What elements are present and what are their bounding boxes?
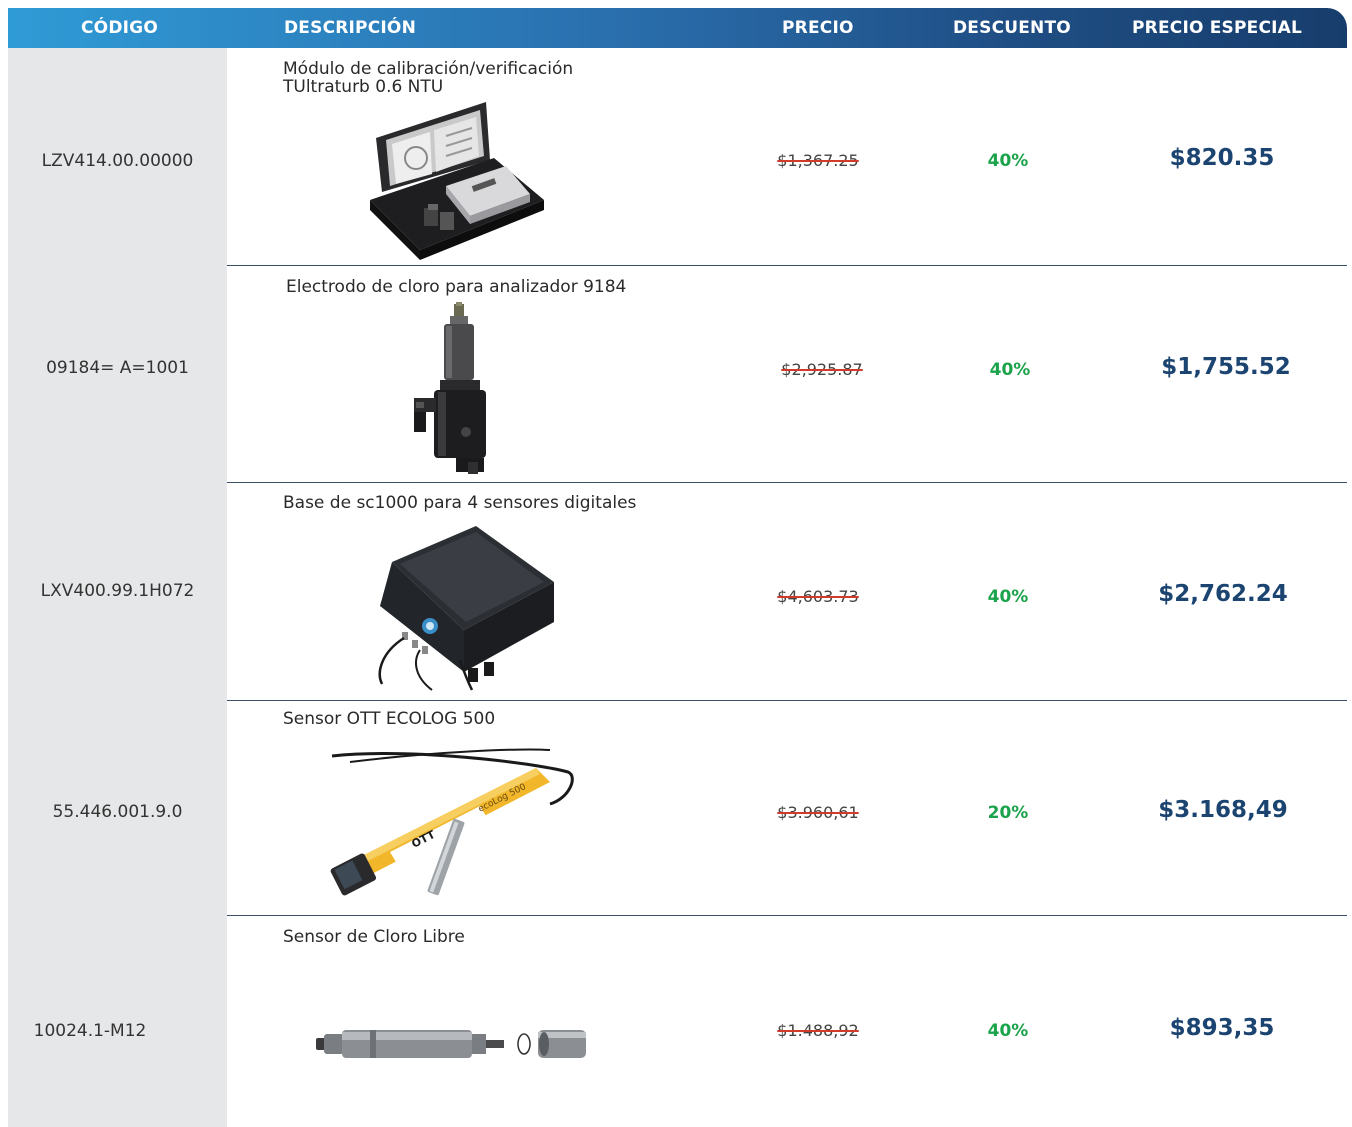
chlorine-electrode-image: [414, 302, 486, 474]
row-divider: [227, 265, 1347, 266]
product-description: Módulo de calibración/verificación TUltr…: [283, 59, 574, 97]
original-price: $4,603.73: [777, 587, 859, 606]
row-divider: [227, 915, 1347, 916]
product-code: LXV400.99.1H072: [40, 581, 195, 601]
discount-percent: 40%: [987, 587, 1029, 607]
original-price: $1,367.25: [777, 151, 859, 170]
original-price: $2,925.87: [781, 360, 863, 379]
product-description: Sensor OTT ECOLOG 500: [283, 709, 496, 729]
special-price: $3.168,49: [1158, 797, 1288, 823]
calibration-kit-image: [370, 102, 544, 260]
free-chlorine-sensor-image: [316, 1030, 586, 1058]
header-precio: PRECIO: [782, 18, 854, 38]
table-header: CÓDIGO DESCRIPCIÓN PRECIO DESCUENTO PREC…: [8, 8, 1347, 48]
sc1000-base-image: [378, 526, 554, 691]
row-divider: [227, 482, 1347, 483]
header-descripcion: DESCRIPCIÓN: [284, 18, 416, 38]
product-code: 55.446.001.9.0: [52, 802, 183, 822]
special-price: $820.35: [1169, 145, 1275, 171]
header-codigo: CÓDIGO: [81, 18, 158, 38]
product-code: 10024.1-M12: [33, 1021, 147, 1041]
product-description: Electrodo de cloro para analizador 9184: [286, 277, 627, 297]
ott-ecolog-sensor-image: OTT ecoLog 500: [330, 748, 574, 896]
discount-percent: 40%: [989, 360, 1031, 380]
special-price: $893,35: [1169, 1015, 1275, 1041]
original-price: $1.488,92: [777, 1021, 859, 1040]
special-price: $2,762.24: [1158, 581, 1288, 607]
header-descuento: DESCUENTO: [953, 18, 1071, 38]
product-description: Sensor de Cloro Libre: [283, 927, 465, 947]
discount-percent: 40%: [987, 151, 1029, 171]
row-divider: [227, 700, 1347, 701]
discount-percent: 20%: [987, 803, 1029, 823]
header-precio-especial: PRECIO ESPECIAL: [1132, 18, 1303, 38]
product-code: 09184= A=1001: [46, 358, 189, 378]
original-price: $3.960,61: [777, 803, 859, 822]
product-description: Base de sc1000 para 4 sensores digitales: [283, 493, 637, 513]
discount-percent: 40%: [987, 1021, 1029, 1041]
product-code: LZV414.00.00000: [41, 151, 194, 171]
special-price: $1,755.52: [1161, 354, 1291, 380]
